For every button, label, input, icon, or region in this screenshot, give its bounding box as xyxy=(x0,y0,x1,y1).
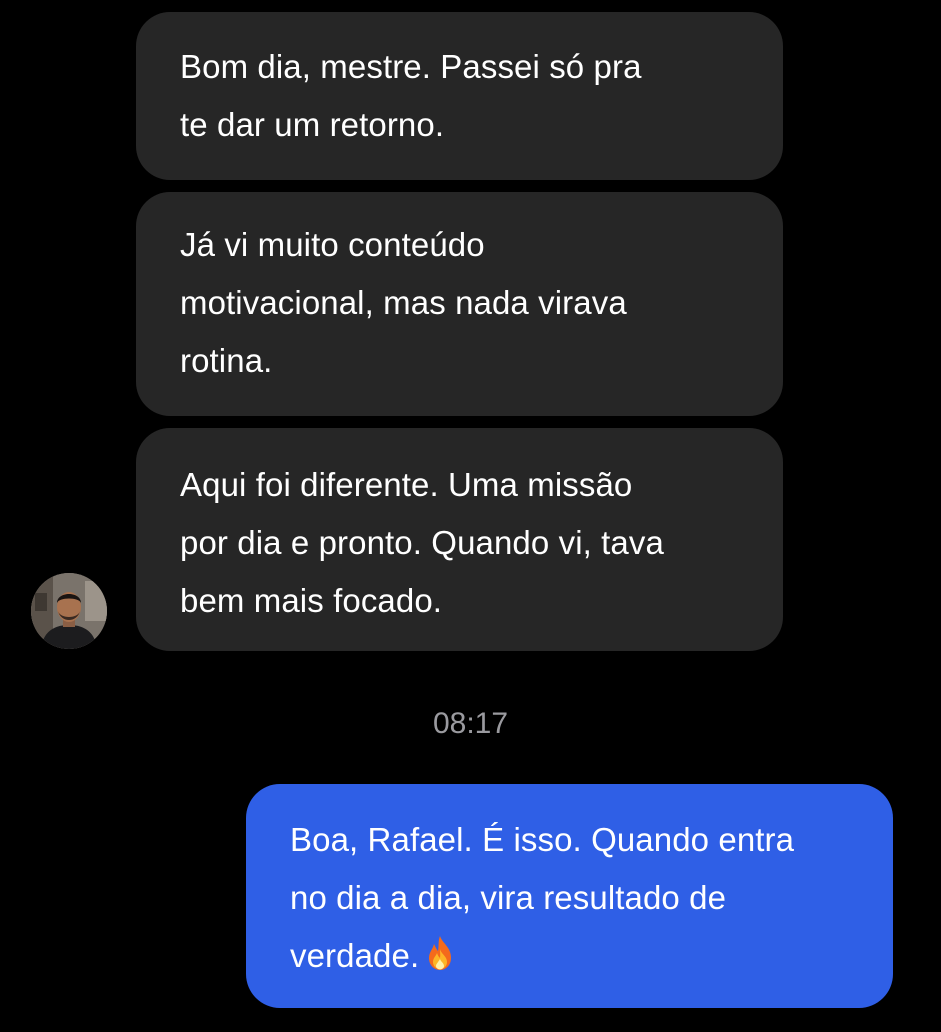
message-line: motivacional, mas nada virava xyxy=(180,284,627,321)
message-line: Bom dia, mestre. Passei só pra xyxy=(180,48,642,85)
message-bubble-incoming[interactable]: Aqui foi diferente. Uma missão por dia e… xyxy=(136,428,783,651)
message-line: rotina. xyxy=(180,342,273,379)
message-bubble-incoming[interactable]: Já vi muito conteúdo motivacional, mas n… xyxy=(136,192,783,416)
message-line: bem mais focado. xyxy=(180,582,443,619)
message-line: por dia e pronto. Quando vi, tava xyxy=(180,524,664,561)
message-line: Boa, Rafael. É isso. Quando entra xyxy=(290,821,795,858)
message-line: Aqui foi diferente. Uma missão xyxy=(180,466,633,503)
avatar[interactable] xyxy=(31,573,107,649)
message-text: verdade. xyxy=(290,937,420,974)
fire-icon xyxy=(425,931,455,970)
message-line-last: verdade. xyxy=(290,927,893,985)
message-bubble-incoming[interactable]: Bom dia, mestre. Passei só pra te dar um… xyxy=(136,12,783,180)
message-line: no dia a dia, vira resultado de xyxy=(290,879,727,916)
message-line: Já vi muito conteúdo xyxy=(180,226,485,263)
message-timestamp: 08:17 xyxy=(432,707,509,740)
person-photo-icon xyxy=(31,573,107,649)
message-line: te dar um retorno. xyxy=(180,106,445,143)
message-bubble-outgoing[interactable]: Boa, Rafael. É isso. Quando entra no dia… xyxy=(246,784,893,1008)
